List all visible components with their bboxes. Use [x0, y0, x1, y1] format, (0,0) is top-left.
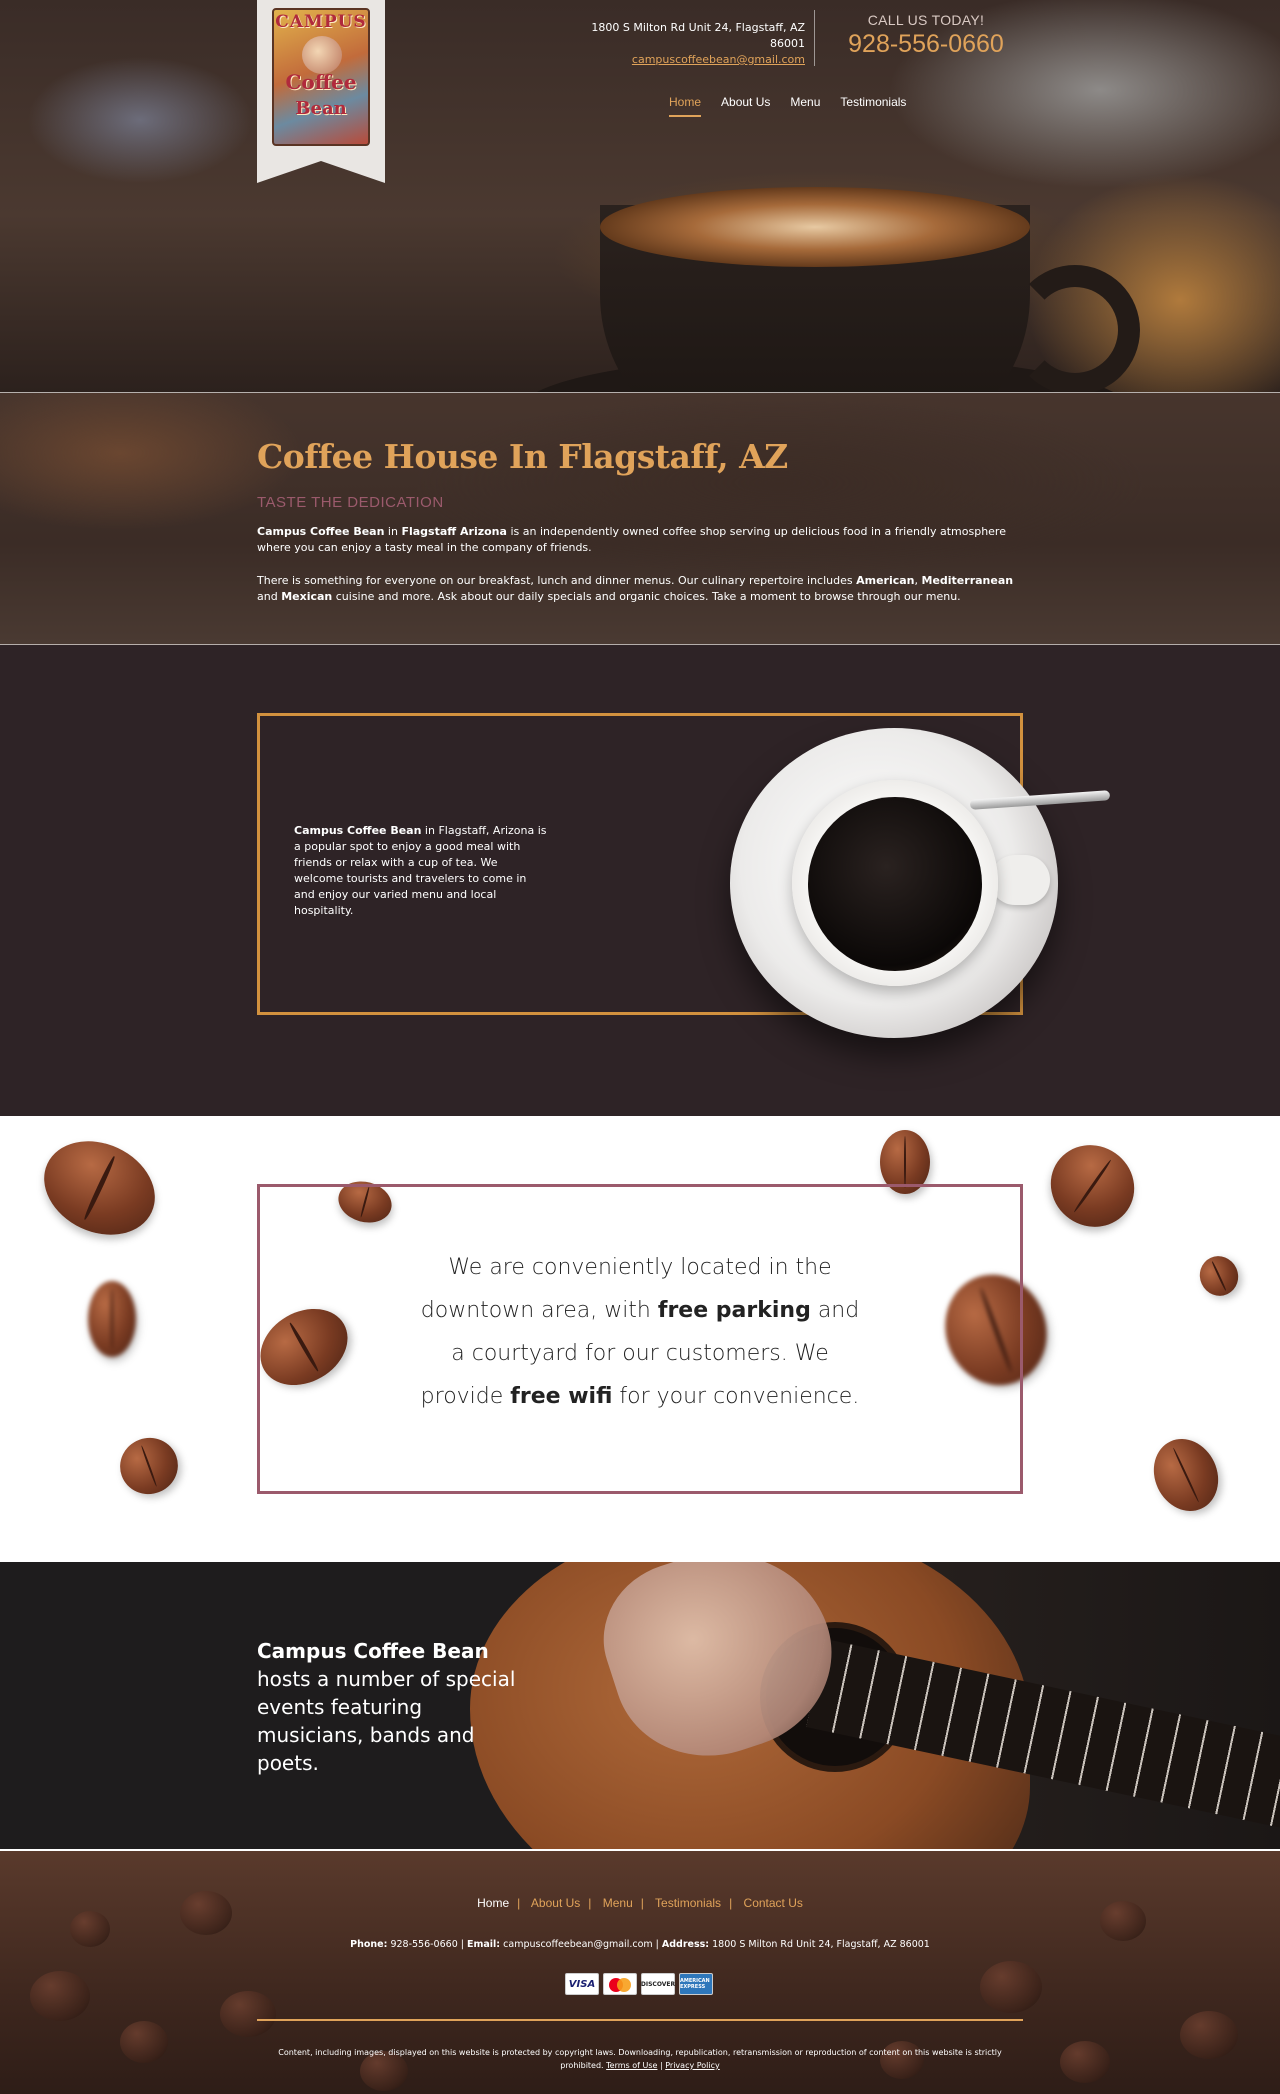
logo-text-bean: Bean	[295, 98, 347, 119]
tagline: TASTE THE DEDICATION	[257, 494, 444, 511]
header-email-link[interactable]: campuscoffeebean@gmail.com	[632, 53, 805, 66]
footer-nav-menu[interactable]: Menu	[603, 1896, 633, 1910]
mug-handle-image	[990, 855, 1050, 905]
events-text: Campus Coffee Bean hosts a number of spe…	[257, 1639, 516, 1775]
footer-contact-info: Phone: 928-556-0660 | Email: campuscoffe…	[350, 1939, 930, 1950]
intro-paragraph-1: Campus Coffee Bean in Flagstaff Arizona …	[257, 525, 1006, 554]
privacy-policy-link[interactable]: Privacy Policy	[665, 2061, 720, 2070]
discover-card-icon: DISCOVER	[641, 1973, 675, 1995]
nav-testimonials[interactable]: Testimonials	[840, 95, 906, 117]
coffee-bean-image	[28, 1123, 171, 1253]
logo-text-coffee: Coffee	[285, 70, 357, 94]
about-text: Campus Coffee Bean in Flagstaff, Arizona…	[294, 824, 547, 917]
coffee-bean-image	[1142, 1428, 1230, 1522]
intro-paragraph-2: There is something for everyone on our b…	[257, 574, 1014, 603]
coffee-bean-image	[1193, 1249, 1245, 1303]
location-section: We are conveniently located in the downt…	[0, 1116, 1280, 1562]
hero-banner: CAMPUS Coffee Bean 1800 S Milton Rd Unit…	[0, 0, 1280, 392]
header-address: 1800 S Milton Rd Unit 24, Flagstaff, AZ …	[591, 21, 805, 50]
footer-nav: Home | About Us | Menu | Testimonials | Cont…	[477, 1896, 803, 1910]
visa-card-icon: VISA	[565, 1973, 599, 1995]
footer-nav-about-us[interactable]: About Us	[531, 1896, 580, 1910]
header-divider	[814, 10, 815, 66]
payment-cards: VISA DISCOVER AMERICAN EXPRESS	[565, 1973, 713, 1995]
coffee-bean-image	[112, 1429, 186, 1503]
coffee-cup-image	[600, 187, 1140, 392]
nav-home[interactable]: Home	[669, 95, 702, 117]
footer-divider	[257, 2019, 1023, 2021]
coffee-bean-image	[88, 1281, 136, 1357]
header-contact: 1800 S Milton Rd Unit 24, Flagstaff, AZ …	[560, 20, 805, 68]
about-section: Campus Coffee Bean in Flagstaff, Arizona…	[0, 645, 1280, 1116]
mastercard-icon	[603, 1973, 637, 1995]
logo[interactable]: CAMPUS Coffee Bean	[257, 0, 385, 183]
call-us-block: CALL US TODAY! 928-556-0660	[826, 12, 1026, 59]
logo-text-campus: CAMPUS	[275, 12, 367, 32]
events-section: Campus Coffee Bean hosts a number of spe…	[0, 1562, 1280, 1849]
copyright-notice: Content, including images, displayed on …	[278, 2048, 1002, 2070]
call-us-label: CALL US TODAY!	[867, 12, 985, 28]
amex-card-icon: AMERICAN EXPRESS	[679, 1973, 713, 1995]
coffee-bean-image	[1034, 1128, 1151, 1244]
footer-email[interactable]: campuscoffeebean@gmail.com	[503, 1939, 652, 1950]
footer-phone[interactable]: 928-556-0660	[390, 1939, 457, 1950]
header-phone[interactable]: 928-556-0660	[826, 30, 1026, 59]
footer-nav-home[interactable]: Home	[477, 1896, 509, 1910]
footer: Home | About Us | Menu | Testimonials | Cont…	[0, 1849, 1280, 2094]
main-nav: Home About Us Menu Testimonials	[669, 95, 906, 117]
page-title: Coffee House In Flagstaff, AZ	[257, 437, 788, 476]
terms-of-use-link[interactable]: Terms of Use	[606, 2061, 657, 2070]
location-message: We are conveniently located in the downt…	[420, 1255, 860, 1409]
footer-nav-testimonials[interactable]: Testimonials	[655, 1896, 721, 1910]
intro-section: Coffee House In Flagstaff, AZ TASTE THE …	[0, 392, 1280, 645]
nav-about-us[interactable]: About Us	[721, 95, 770, 117]
nav-menu[interactable]: Menu	[790, 95, 820, 117]
footer-address: 1800 S Milton Rd Unit 24, Flagstaff, AZ …	[712, 1939, 930, 1950]
black-coffee-image	[808, 797, 982, 971]
footer-nav-contact-us[interactable]: Contact Us	[744, 1896, 803, 1910]
